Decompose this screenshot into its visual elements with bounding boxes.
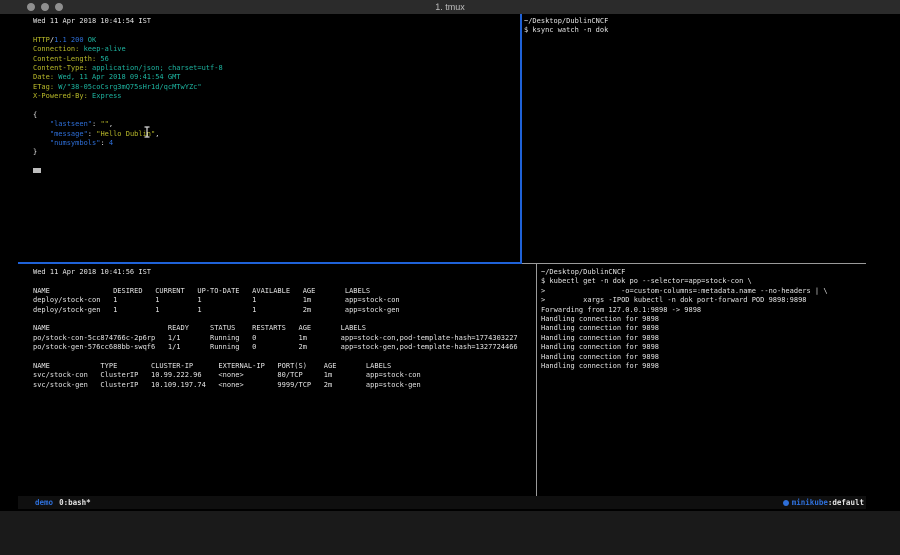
terminal-line [33,277,533,286]
terminal-line: Date: Wed, 11 Apr 2018 09:41:54 GMT [33,73,513,82]
terminal-line: Content-Length: 56 [33,55,513,64]
pane-divider-top-vertical[interactable] [520,14,522,262]
terminal-line: svc/stock-gen ClusterIP 10.109.197.74 <n… [33,381,533,390]
terminal-line: $ kubectl get -n dok po --selector=app=s… [541,277,864,286]
terminal-line: Handling connection for 9898 [541,324,864,333]
kube-context-name: minikube [792,498,828,507]
terminal-line: Handling connection for 9898 [541,343,864,352]
tmux-status-bar [18,496,866,509]
kube-namespace: :default [828,498,864,507]
terminal-line: Handling connection for 9898 [541,353,864,362]
screen: 1. tmux Wed 11 Apr 2018 10:41:54 IST HTT… [0,0,900,555]
terminal-line: po/stock-con-5cc874766c-2p6rp 1/1 Runnin… [33,334,533,343]
terminal-line: Connection: keep-alive [33,45,513,54]
terminal-line: Forwarding from 127.0.0.1:9898 -> 9898 [541,306,864,315]
terminal-line: Handling connection for 9898 [541,334,864,343]
terminal-line: Wed 11 Apr 2018 10:41:56 IST [33,268,533,277]
terminal-line: } [33,148,513,157]
pane-port-forward[interactable]: ~/Desktop/DublinCNCF$ kubectl get -n dok… [541,268,864,493]
pane-ksync-watch[interactable]: ~/Desktop/DublinCNCF$ ksync watch -n dok [524,17,864,257]
pane-divider-horizontal-active[interactable] [18,262,522,264]
terminal-line: Handling connection for 9898 [541,362,864,371]
terminal-line: NAME DESIRED CURRENT UP-TO-DATE AVAILABL… [33,287,533,296]
terminal-line: Handling connection for 9898 [541,315,864,324]
terminal-line: HTTP/1.1 200 OK [33,36,513,45]
pane-kubectl-resources[interactable]: Wed 11 Apr 2018 10:41:56 IST NAME DESIRE… [33,268,533,493]
terminal-line: po/stock-gen-576cc688bb-swqf6 1/1 Runnin… [33,343,533,352]
terminal-line: ~/Desktop/DublinCNCF [541,268,864,277]
terminal-line: ETag: W/"38-05coCsrg3mQ75sHr1d/qcMTwYZc" [33,83,513,92]
pane-http-response[interactable]: Wed 11 Apr 2018 10:41:54 IST HTTP/1.1 20… [33,17,513,257]
terminal-line: deploy/stock-con 1 1 1 1 1m app=stock-co… [33,296,533,305]
terminal-line: "numsymbols": 4 [33,139,513,148]
terminal-line [33,26,513,35]
kubernetes-icon [783,500,789,506]
terminal-line: NAME TYPE CLUSTER-IP EXTERNAL-IP PORT(S)… [33,362,533,371]
terminal-line [33,102,513,111]
terminal-line: Wed 11 Apr 2018 10:41:54 IST [33,17,513,26]
pane-divider-bottom-vertical[interactable] [536,264,537,496]
terminal-line: svc/stock-con ClusterIP 10.99.222.96 <no… [33,371,533,380]
terminal-line: > -o=custom-columns=:metadata.name --no-… [541,287,864,296]
window-title: 1. tmux [0,0,900,14]
window-tab-bash[interactable]: 0:bash* [59,498,91,507]
terminal-line [33,353,533,362]
terminal-line: "lastseen": "", [33,120,513,129]
terminal-line: deploy/stock-gen 1 1 1 1 2m app=stock-ge… [33,306,533,315]
terminal-line [33,315,533,324]
terminal-cursor [33,168,41,173]
terminal-line: X-Powered-By: Express [33,92,513,101]
terminal-line: Content-Type: application/json; charset=… [33,64,513,73]
session-name: demo [35,498,53,507]
pane-divider-horizontal[interactable] [522,263,866,264]
terminal-line: NAME READY STATUS RESTARTS AGE LABELS [33,324,533,333]
titlebar: 1. tmux [0,0,900,14]
text-cursor-pointer [143,126,151,138]
letterbox-strip [0,511,900,555]
terminal-line: > xargs -IPOD kubectl -n dok port-forwar… [541,296,864,305]
terminal-line: { [33,111,513,120]
kube-context-status: minikube:default [783,496,864,509]
terminal-line: $ ksync watch -n dok [524,26,864,35]
terminal-line: ~/Desktop/DublinCNCF [524,17,864,26]
status-left: demo 0:bash* [35,496,91,509]
terminal-line: "message": "Hello Dublin", [33,130,513,139]
